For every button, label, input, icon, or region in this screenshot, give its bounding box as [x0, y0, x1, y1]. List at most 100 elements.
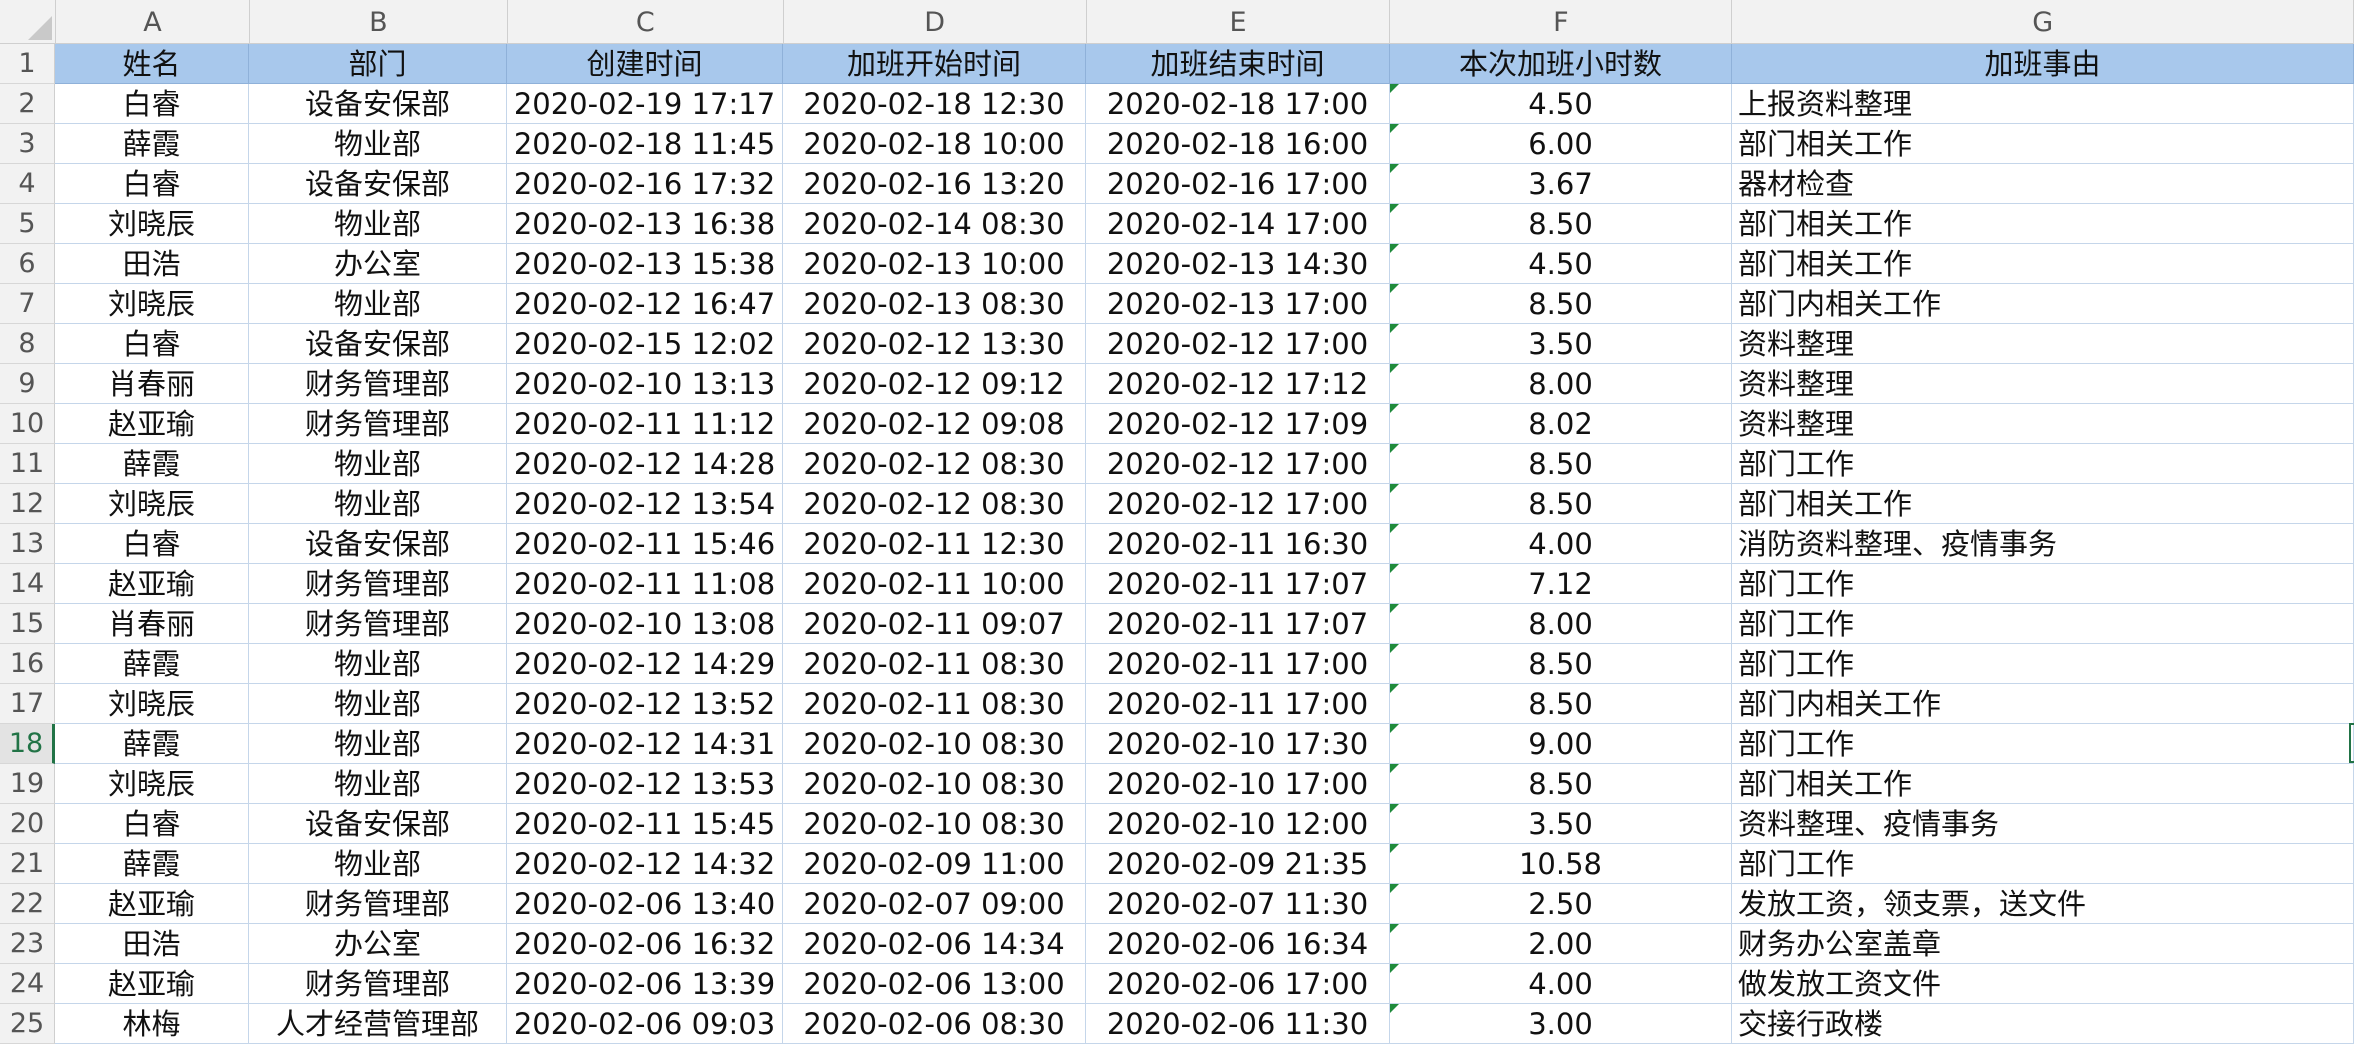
cell-department[interactable]: 财务管理部	[249, 564, 507, 604]
cell-reason[interactable]: 做发放工资文件	[1732, 964, 2354, 1004]
cell-name[interactable]: 赵亚瑜	[55, 884, 249, 924]
header-cell-hours[interactable]: 本次加班小时数	[1390, 44, 1732, 84]
cell-department[interactable]: 物业部	[249, 484, 507, 524]
cell-name[interactable]: 白睿	[55, 84, 249, 124]
header-cell-department[interactable]: 部门	[249, 44, 507, 84]
cell-start[interactable]: 2020-02-16 13:20	[783, 164, 1086, 204]
cell-created[interactable]: 2020-02-12 16:47	[507, 284, 783, 324]
row-header[interactable]: 12	[0, 484, 55, 524]
cell-department[interactable]: 财务管理部	[249, 964, 507, 1004]
cell-reason[interactable]: 部门内相关工作	[1732, 684, 2354, 724]
cell-end[interactable]: 2020-02-06 17:00	[1086, 964, 1390, 1004]
column-header-a[interactable]: A	[56, 0, 250, 43]
cell-name[interactable]: 刘晓辰	[55, 484, 249, 524]
cell-hours[interactable]: 8.02	[1390, 404, 1732, 444]
cell-created[interactable]: 2020-02-13 15:38	[507, 244, 783, 284]
cell-name[interactable]: 刘晓辰	[55, 204, 249, 244]
cell-hours[interactable]: 10.58	[1390, 844, 1732, 884]
column-header-e[interactable]: E	[1087, 0, 1391, 43]
cell-name[interactable]: 田浩	[55, 244, 249, 284]
cell-name[interactable]: 薛霞	[55, 644, 249, 684]
cell-hours[interactable]: 8.50	[1390, 484, 1732, 524]
cell-department[interactable]: 办公室	[249, 244, 507, 284]
cell-hours[interactable]: 4.00	[1390, 524, 1732, 564]
cell-start[interactable]: 2020-02-10 08:30	[783, 724, 1086, 764]
cell-start[interactable]: 2020-02-11 09:07	[783, 604, 1086, 644]
cell-department[interactable]: 设备安保部	[249, 324, 507, 364]
row-header[interactable]: 2	[0, 84, 55, 124]
cell-hours[interactable]: 8.00	[1390, 364, 1732, 404]
cell-reason[interactable]: 交接行政楼	[1732, 1004, 2354, 1044]
cell-hours[interactable]: 7.12	[1390, 564, 1732, 604]
cell-created[interactable]: 2020-02-11 11:12	[507, 404, 783, 444]
cell-end[interactable]: 2020-02-11 16:30	[1086, 524, 1390, 564]
cell-hours[interactable]: 4.00	[1390, 964, 1732, 1004]
cell-department[interactable]: 财务管理部	[249, 364, 507, 404]
cell-department[interactable]: 物业部	[249, 724, 507, 764]
cell-reason[interactable]: 部门工作	[1732, 604, 2354, 644]
cell-created[interactable]: 2020-02-11 11:08	[507, 564, 783, 604]
cell-department[interactable]: 办公室	[249, 924, 507, 964]
row-header[interactable]: 15	[0, 604, 55, 644]
cell-name[interactable]: 白睿	[55, 164, 249, 204]
cell-reason[interactable]: 部门工作	[1732, 444, 2354, 484]
column-header-b[interactable]: B	[250, 0, 508, 43]
cell-end[interactable]: 2020-02-13 17:00	[1086, 284, 1390, 324]
cell-created[interactable]: 2020-02-12 13:54	[507, 484, 783, 524]
cell-name[interactable]: 林梅	[55, 1004, 249, 1044]
cell-end[interactable]: 2020-02-10 12:00	[1086, 804, 1390, 844]
cell-start[interactable]: 2020-02-11 08:30	[783, 644, 1086, 684]
cell-reason[interactable]: 资料整理、疫情事务	[1732, 804, 2354, 844]
row-header[interactable]: 21	[0, 844, 55, 884]
cell-start[interactable]: 2020-02-12 09:12	[783, 364, 1086, 404]
row-header[interactable]: 19	[0, 764, 55, 804]
cell-created[interactable]: 2020-02-06 16:32	[507, 924, 783, 964]
cell-end[interactable]: 2020-02-16 17:00	[1086, 164, 1390, 204]
cell-name[interactable]: 白睿	[55, 324, 249, 364]
cell-hours[interactable]: 3.67	[1390, 164, 1732, 204]
cell-end[interactable]: 2020-02-18 17:00	[1086, 84, 1390, 124]
cell-hours[interactable]: 8.50	[1390, 444, 1732, 484]
cell-end[interactable]: 2020-02-12 17:00	[1086, 444, 1390, 484]
cell-start[interactable]: 2020-02-06 13:00	[783, 964, 1086, 1004]
column-header-c[interactable]: C	[508, 0, 784, 43]
row-header[interactable]: 16	[0, 644, 55, 684]
cell-start[interactable]: 2020-02-10 08:30	[783, 804, 1086, 844]
cell-end[interactable]: 2020-02-18 16:00	[1086, 124, 1390, 164]
cell-name[interactable]: 肖春丽	[55, 364, 249, 404]
cell-name[interactable]: 白睿	[55, 804, 249, 844]
cell-end[interactable]: 2020-02-06 16:34	[1086, 924, 1390, 964]
cell-reason[interactable]: 上报资料整理	[1732, 84, 2354, 124]
cell-hours[interactable]: 4.50	[1390, 244, 1732, 284]
row-header[interactable]: 11	[0, 444, 55, 484]
cell-end[interactable]: 2020-02-12 17:12	[1086, 364, 1390, 404]
cell-created[interactable]: 2020-02-06 13:40	[507, 884, 783, 924]
row-header[interactable]: 22	[0, 884, 55, 924]
cell-start[interactable]: 2020-02-07 09:00	[783, 884, 1086, 924]
column-header-d[interactable]: D	[784, 0, 1087, 43]
cell-reason[interactable]: 部门工作	[1732, 564, 2354, 604]
cell-department[interactable]: 设备安保部	[249, 524, 507, 564]
cell-name[interactable]: 薛霞	[55, 124, 249, 164]
cell-department[interactable]: 物业部	[249, 444, 507, 484]
cell-hours[interactable]: 8.50	[1390, 684, 1732, 724]
cell-reason[interactable]: 部门相关工作	[1732, 764, 2354, 804]
cell-department[interactable]: 财务管理部	[249, 404, 507, 444]
cell-department[interactable]: 财务管理部	[249, 604, 507, 644]
cell-reason[interactable]: 部门工作	[1732, 644, 2354, 684]
cell-hours[interactable]: 3.50	[1390, 324, 1732, 364]
cell-start[interactable]: 2020-02-12 08:30	[783, 444, 1086, 484]
row-header[interactable]: 6	[0, 244, 55, 284]
cell-hours[interactable]: 2.00	[1390, 924, 1732, 964]
row-header[interactable]: 1	[0, 44, 55, 84]
cell-end[interactable]: 2020-02-11 17:07	[1086, 604, 1390, 644]
cell-end[interactable]: 2020-02-11 17:07	[1086, 564, 1390, 604]
cell-reason[interactable]: 部门相关工作	[1732, 484, 2354, 524]
cell-start[interactable]: 2020-02-11 08:30	[783, 684, 1086, 724]
cell-department[interactable]: 设备安保部	[249, 804, 507, 844]
column-header-f[interactable]: F	[1390, 0, 1733, 43]
cell-name[interactable]: 刘晓辰	[55, 764, 249, 804]
cell-hours[interactable]: 6.00	[1390, 124, 1732, 164]
cell-end[interactable]: 2020-02-12 17:00	[1086, 484, 1390, 524]
cell-hours[interactable]: 8.50	[1390, 764, 1732, 804]
